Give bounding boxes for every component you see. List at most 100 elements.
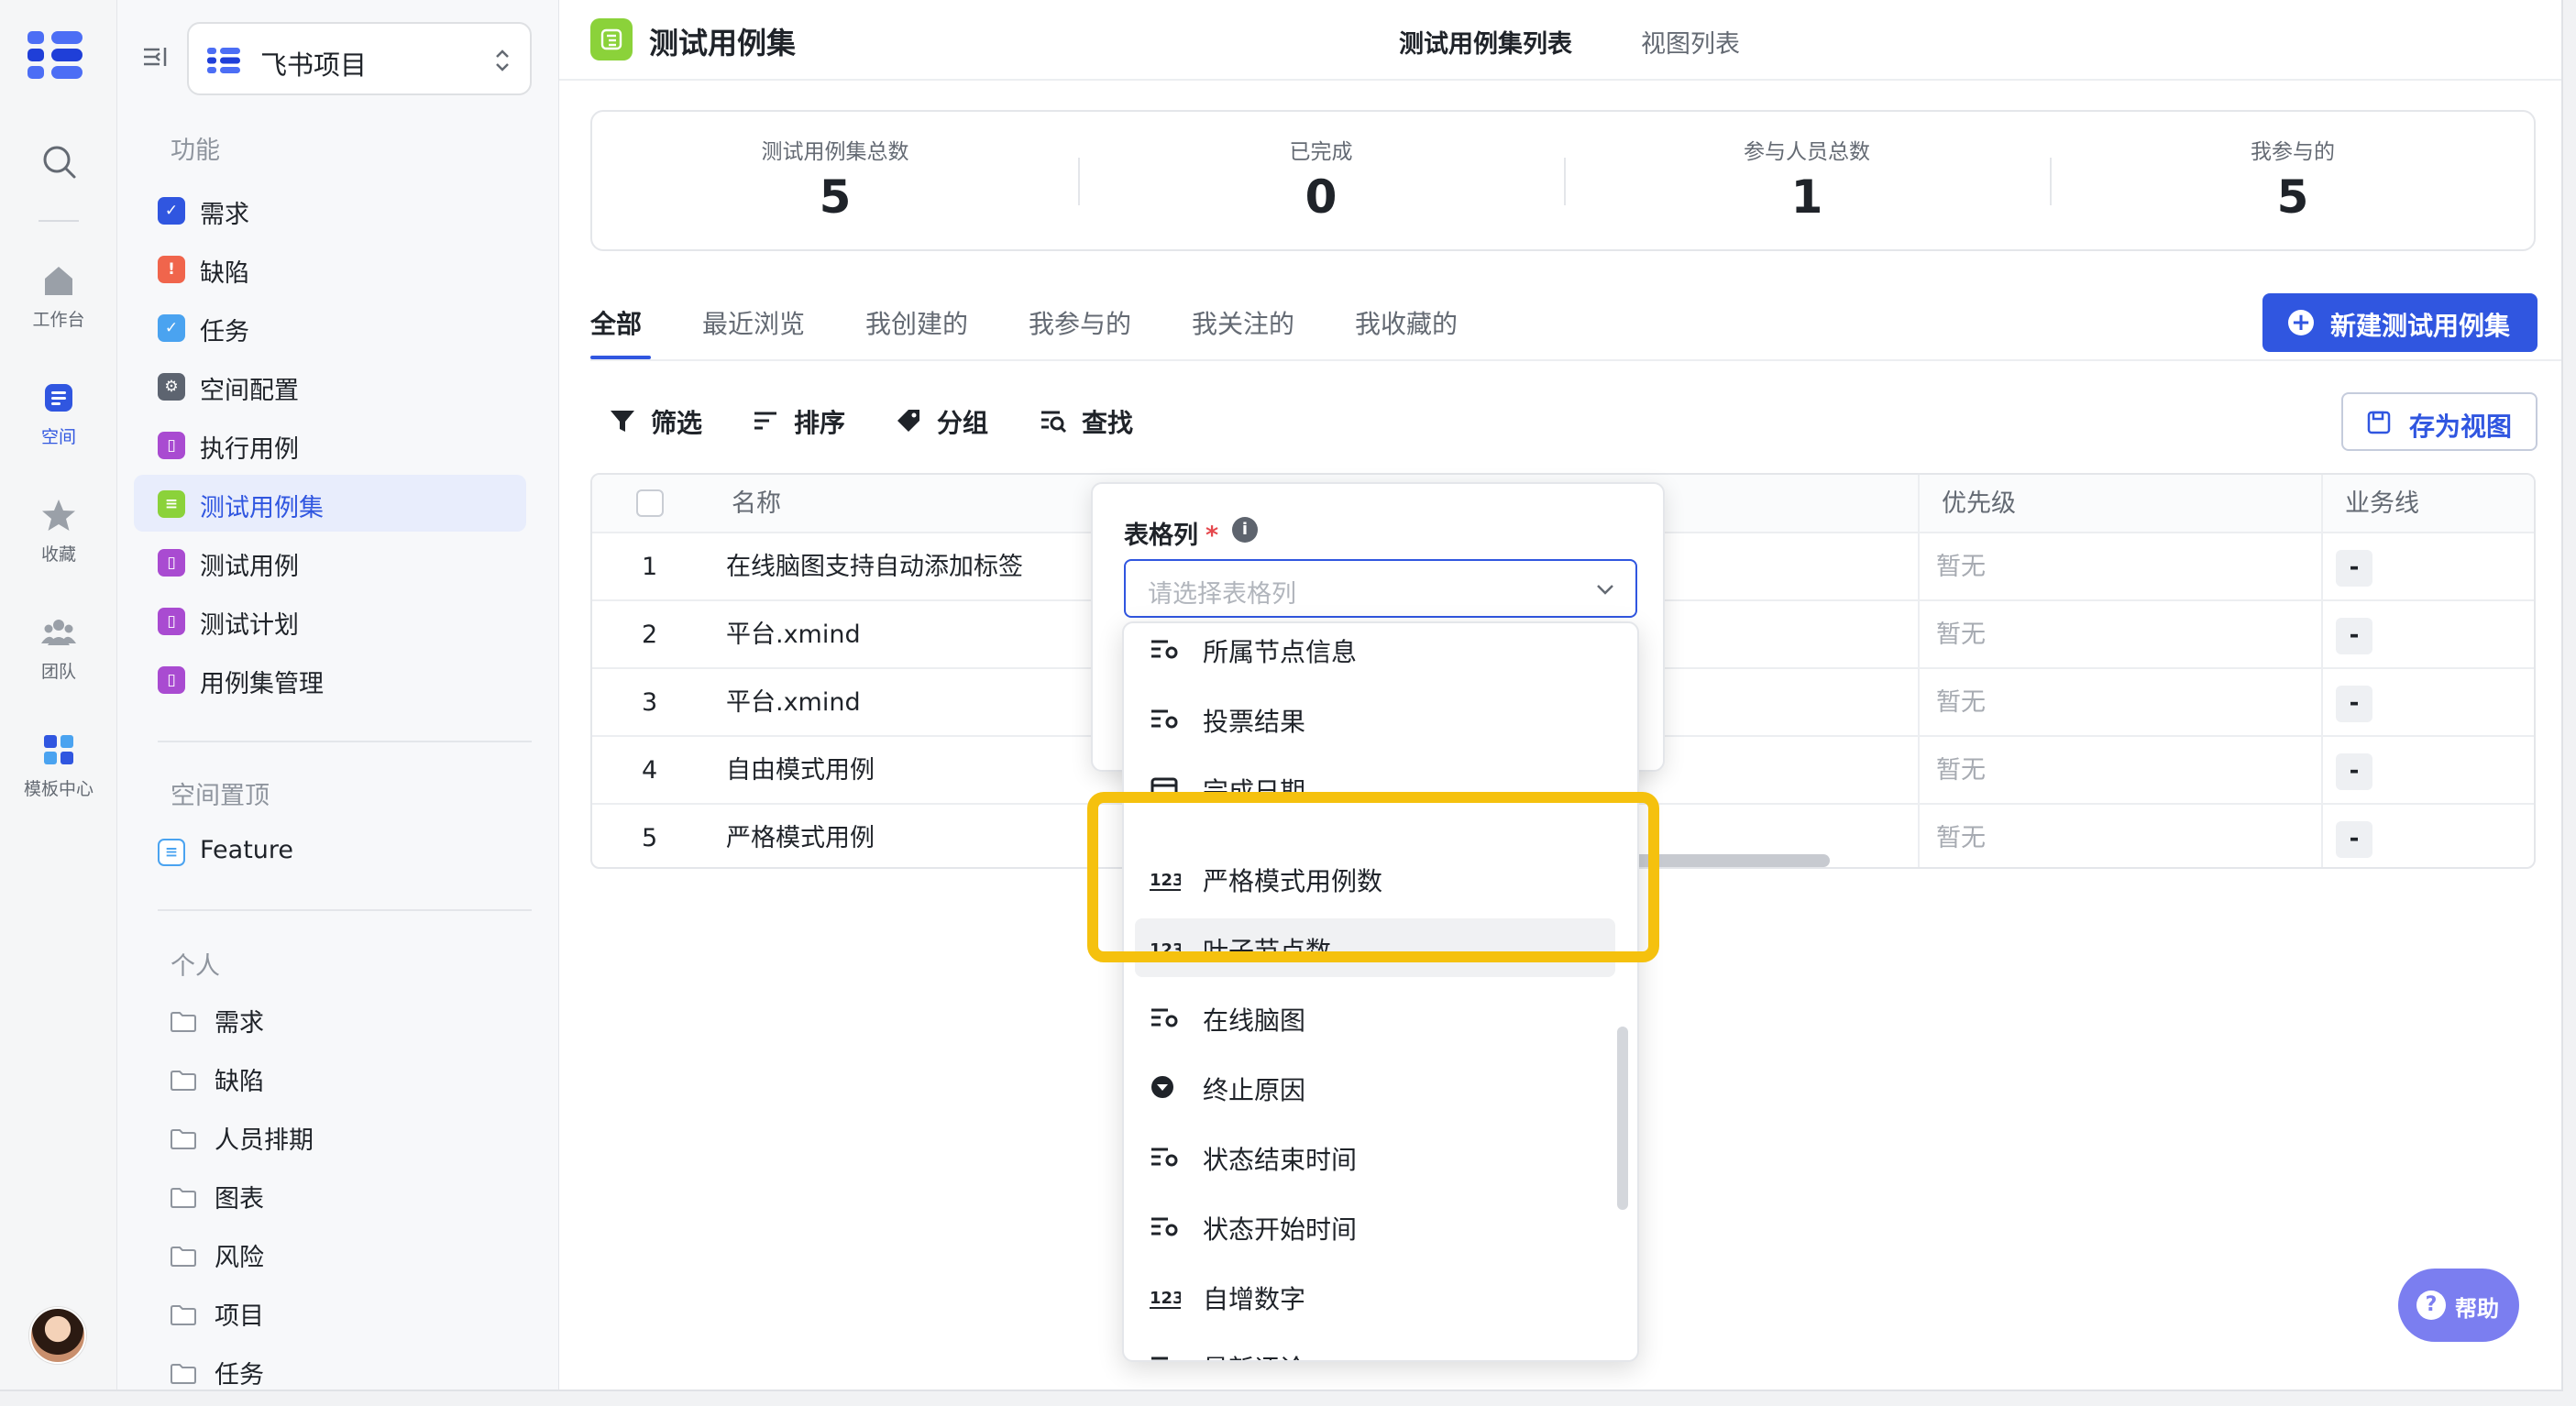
sidebar-item-label: 任务 <box>200 318 249 346</box>
plus-icon: + <box>2288 310 2314 335</box>
sidebar-item-feature-5[interactable]: ≡ 测试用例集 <box>134 475 526 532</box>
rail-workbench[interactable]: 工作台 <box>0 262 117 331</box>
dropdown-option[interactable]: 状态结束时间 <box>1135 1127 1615 1186</box>
row-name[interactable]: 严格模式用例 <box>726 805 875 867</box>
dropdown-option[interactable]: 在线脑图 <box>1135 988 1615 1047</box>
dropdown-option[interactable]: 最新评论 <box>1135 1336 1615 1360</box>
row-name[interactable]: 平台.xmind <box>726 601 861 667</box>
tab-all[interactable]: 全部 <box>590 304 642 341</box>
requirement-icon: ✓ <box>158 197 185 225</box>
sidebar-item-label: 风险 <box>215 1244 264 1272</box>
tab-followed[interactable]: 我关注的 <box>1192 304 1294 341</box>
dropdown-option-label: 状态开始时间 <box>1203 1214 1358 1245</box>
row-name[interactable]: 自由模式用例 <box>726 737 875 803</box>
row-name[interactable]: 在线脑图支持自动添加标签 <box>726 533 1023 599</box>
sidebar-item-feature-1[interactable]: ! 缺陷 <box>134 240 526 297</box>
help-button[interactable]: ? 帮助 <box>2398 1269 2519 1342</box>
chevron-down-icon <box>1597 585 1613 595</box>
row-business[interactable]: - <box>2336 550 2372 587</box>
folder-icon <box>171 1012 196 1032</box>
row-priority[interactable]: 暂无 <box>1936 737 1986 803</box>
row-priority[interactable]: 暂无 <box>1936 805 1986 867</box>
sidebar-item-feature-2[interactable]: ✓ 任务 <box>134 299 526 356</box>
page-header: 测试用例集 测试用例集列表 视图列表 <box>559 0 2561 81</box>
updown-chevron-icon <box>496 49 509 71</box>
column-field-label-text: 表格列 <box>1124 522 1198 550</box>
column-header-business[interactable]: 业务线 <box>2345 475 2419 532</box>
tab-created[interactable]: 我创建的 <box>865 304 968 341</box>
dropdown-option[interactable]: 123 自增数字 <box>1135 1267 1615 1325</box>
filter-label: 筛选 <box>651 408 703 438</box>
sidebar-item-label: 执行用例 <box>200 435 299 464</box>
sidebar-item-label: 图表 <box>215 1185 264 1214</box>
team-icon <box>41 620 76 645</box>
info-icon[interactable]: i <box>1232 517 1258 543</box>
tab-recent[interactable]: 最近浏览 <box>702 304 805 341</box>
dropdown-option-label: 最新评论 <box>1203 1349 1305 1360</box>
group-label: 分组 <box>937 408 989 438</box>
dropdown-option-label: 在线脑图 <box>1203 1005 1306 1036</box>
dropdown-option-label: 投票结果 <box>1203 707 1306 737</box>
rail-team[interactable]: 团队 <box>0 614 117 683</box>
row-priority[interactable]: 暂无 <box>1936 601 1986 667</box>
question-icon: ? <box>2416 1291 2446 1320</box>
new-testset-button[interactable]: + 新建测试用例集 <box>2262 293 2537 352</box>
field-list-icon <box>1151 1008 1178 1027</box>
find-label: 查找 <box>1082 408 1134 438</box>
row-business[interactable]: - <box>2336 753 2372 790</box>
page-title: 测试用例集 <box>649 26 797 60</box>
row-index: 5 <box>642 824 658 852</box>
dropdown-scrollbar[interactable] <box>1617 1027 1628 1210</box>
folder-icon <box>171 1129 196 1149</box>
sort-icon <box>754 412 776 430</box>
project-selector[interactable]: 飞书项目 <box>187 22 532 95</box>
sidebar-item-feature-4[interactable]: ▯ 执行用例 <box>134 416 526 473</box>
row-business[interactable]: - <box>2336 821 2372 858</box>
rail-search[interactable] <box>0 143 117 187</box>
tab-participated[interactable]: 我参与的 <box>1029 304 1131 341</box>
tab-testset-list[interactable]: 测试用例集列表 <box>1399 24 1572 60</box>
column-field-label: 表格列 * <box>1124 515 1218 551</box>
tab-starred[interactable]: 我收藏的 <box>1355 304 1458 341</box>
collapse-sidebar-icon[interactable] <box>141 44 169 71</box>
testset-list-icon <box>590 18 633 60</box>
sidebar-item-feature-0[interactable]: ✓ 需求 <box>134 181 526 238</box>
row-business[interactable]: - <box>2336 618 2372 654</box>
template-grid-icon <box>44 735 73 764</box>
select-all-checkbox[interactable] <box>636 489 664 517</box>
save-view-button[interactable]: 存为视图 <box>2341 392 2537 451</box>
app-logo-icon[interactable] <box>28 31 86 79</box>
sidebar-item-label: 项目 <box>215 1302 264 1331</box>
dropdown-option[interactable]: 所属节点信息 <box>1135 623 1615 678</box>
folder-icon <box>171 1188 196 1208</box>
stat-completed: 已完成 0 <box>1078 112 1564 249</box>
user-avatar[interactable] <box>29 1307 86 1364</box>
dropdown-option[interactable]: 终止原因 <box>1135 1058 1615 1116</box>
space-icon <box>45 384 72 412</box>
row-priority[interactable]: 暂无 <box>1936 669 1986 735</box>
tab-view-list[interactable]: 视图列表 <box>1641 24 1740 60</box>
row-business[interactable]: - <box>2336 686 2372 722</box>
rail-templates[interactable]: 模板中心 <box>0 731 117 800</box>
sidebar-item-label: 测试用例集 <box>200 494 324 522</box>
column-select-input[interactable]: 请选择表格列 <box>1124 559 1637 618</box>
svg-text:123: 123 <box>1150 1289 1181 1308</box>
column-options-dropdown: 所属节点信息 投票结果 完成日期 123 严格模式用例数 123 叶子节点数 在线脑图 终止原因… <box>1122 621 1639 1362</box>
row-name[interactable]: 平台.xmind <box>726 669 861 735</box>
dropdown-option[interactable]: 状态开始时间 <box>1135 1197 1615 1256</box>
sidebar-item-feature-6[interactable]: ▯ 测试用例 <box>134 533 526 590</box>
sidebar-item-label: 缺陷 <box>215 1068 264 1096</box>
sidebar-item-feature-3[interactable]: ⚙ 空间配置 <box>134 357 526 414</box>
personal-title: 个人 <box>171 952 220 981</box>
dropdown-option[interactable]: 投票结果 <box>1135 689 1615 748</box>
sidebar-item-feature-7[interactable]: ▯ 测试计划 <box>134 592 526 649</box>
rail-space[interactable]: 空间 <box>0 379 117 448</box>
column-header-name[interactable]: 名称 <box>732 475 781 532</box>
row-priority[interactable]: 暂无 <box>1936 533 1986 599</box>
sidebar-item-feature-8[interactable]: ▯ 用例集管理 <box>134 651 526 708</box>
rail-favorites[interactable]: 收藏 <box>0 497 117 566</box>
dropdown-option-label: 所属节点信息 <box>1203 637 1358 667</box>
column-header-priority[interactable]: 优先级 <box>1942 475 2016 532</box>
sidebar-item-feature[interactable]: ≡ Feature <box>134 823 526 880</box>
left-rail: 工作台 空间 收藏 团队 模板中心 <box>0 0 117 1390</box>
